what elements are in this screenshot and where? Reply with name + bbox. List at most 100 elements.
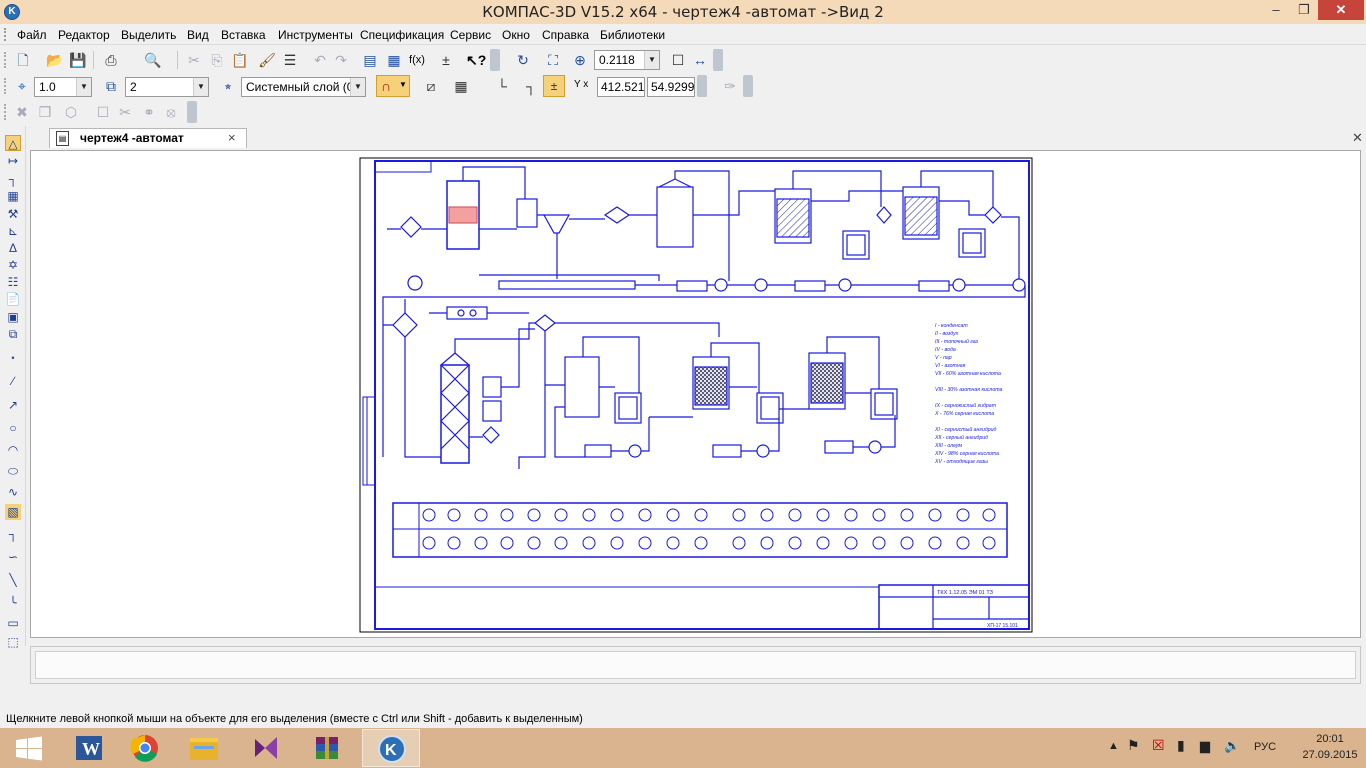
menu-editor[interactable]: Редактор [58, 28, 110, 42]
help-pointer-icon[interactable]: ↖? [466, 50, 486, 70]
ellipse-icon[interactable]: ⬭ [5, 463, 21, 479]
cut-icon[interactable]: ✂ [184, 50, 204, 70]
winrar-icon[interactable] [298, 729, 356, 767]
menu-file[interactable]: Файл [17, 28, 47, 42]
chevron-down-icon[interactable]: ▼ [193, 78, 208, 96]
manager-icon[interactable]: ▤ [360, 50, 380, 70]
bezier-icon[interactable]: ∽ [5, 549, 21, 565]
snaps-button[interactable]: ∩ ▼ [376, 75, 410, 97]
measure-icon[interactable]: ⊾ [5, 223, 21, 239]
network-icon[interactable]: ▆ [1200, 738, 1210, 754]
open-folder-icon[interactable]: 📂 [45, 50, 65, 70]
edit-panel-icon[interactable]: ▦ [5, 188, 21, 204]
drawing-canvas[interactable]: I - конденсат II - воздух III - топочный… [30, 150, 1361, 638]
save-icon[interactable]: 💾 [68, 50, 88, 70]
menu-tools[interactable]: Инструменты [278, 28, 353, 42]
menu-specification[interactable]: Спецификация [360, 28, 444, 42]
tab-close-icon[interactable]: × [228, 130, 236, 145]
volume-icon[interactable]: 🔉 [1224, 738, 1240, 754]
segment-icon[interactable]: ↗ [5, 397, 21, 413]
chevron-down-icon[interactable]: ▼ [644, 51, 659, 69]
coord-y-field[interactable]: 54.9299 [647, 77, 695, 97]
menu-service[interactable]: Сервис [450, 28, 491, 42]
zoom-icon[interactable]: ⊕ [570, 50, 590, 70]
battery-icon[interactable]: ▮ [1177, 737, 1185, 754]
zoom-all-icon[interactable]: ☐ [668, 50, 688, 70]
geometry-icon[interactable]: ⬡ [61, 102, 81, 122]
stop-icon[interactable]: ⦻ [161, 102, 181, 122]
menu-help[interactable]: Справка [542, 28, 589, 42]
zoom-combo[interactable]: 0.2118 ▼ [594, 50, 660, 70]
line-style-combo[interactable]: 1.0 ▼ [34, 77, 92, 97]
chevron-down-icon[interactable]: ▼ [76, 78, 91, 96]
calculator-icon[interactable]: ± [436, 50, 456, 70]
checkbox-icon[interactable]: ☐ [93, 102, 113, 122]
spec-object-icon[interactable]: ✖ [12, 102, 32, 122]
tab-document[interactable]: ▤ чертеж4 -автомат × [49, 128, 247, 148]
new-document-icon[interactable]: 🗋 [13, 50, 33, 70]
eraser-icon[interactable]: ✑ [720, 76, 740, 96]
snap-grid-icon[interactable]: ⌖ [12, 76, 32, 96]
layer-combo[interactable]: Системный слой (0) ▼ [241, 77, 366, 97]
redo-icon[interactable]: ↷ [331, 50, 351, 70]
variables-icon[interactable]: f(x) [407, 50, 427, 70]
chamfer-icon[interactable]: ╲ [5, 572, 21, 588]
menu-select[interactable]: Выделить [121, 28, 176, 42]
layers-icon[interactable]: ⧉ [101, 76, 121, 96]
local-cs-icon[interactable]: └ [492, 76, 512, 96]
close-button[interactable]: ✕ [1318, 0, 1364, 20]
spec-attach-icon[interactable]: ❒ [35, 102, 55, 122]
library-manager-icon[interactable]: ▦ [384, 50, 404, 70]
menu-libraries[interactable]: Библиотеки [600, 28, 665, 42]
windows-start-icon[interactable] [0, 729, 58, 767]
spec-icon[interactable]: ☷ [5, 274, 21, 290]
menu-insert[interactable]: Вставка [221, 28, 266, 42]
fillet-icon[interactable]: ╰ [5, 595, 21, 611]
menu-view[interactable]: Вид [187, 28, 209, 42]
kompas-icon[interactable]: K [362, 729, 420, 767]
action-center-icon[interactable]: ☒ [1152, 737, 1165, 754]
chevron-down-icon[interactable]: ▼ [350, 78, 365, 96]
select-icon[interactable]: Δ [5, 240, 21, 256]
visual-studio-icon[interactable] [237, 729, 295, 767]
macro-icon[interactable]: ⧉ [5, 326, 21, 342]
tray-expand-icon[interactable]: ▲ [1108, 740, 1119, 752]
language-indicator[interactable]: РУС [1254, 741, 1276, 753]
designations-panel-icon[interactable]: ┐ [5, 171, 21, 187]
cut-shape-icon[interactable]: ✂ [115, 102, 135, 122]
round-coordinates-button[interactable]: ± [543, 75, 565, 97]
aux-line-icon[interactable]: ∕ [5, 373, 21, 389]
arc-icon[interactable]: ◠ [5, 442, 21, 458]
orthogonal-icon[interactable]: ⧄ [421, 76, 441, 96]
circle-icon[interactable]: ○ [5, 420, 21, 436]
print-icon[interactable]: ⎙ [101, 50, 121, 70]
properties-icon[interactable]: ☰ [280, 50, 300, 70]
refresh-view-icon[interactable]: ↻ [513, 50, 533, 70]
clock-time[interactable]: 20:01 [1300, 733, 1360, 745]
menu-window[interactable]: Окно [502, 28, 530, 42]
layer-icon[interactable]: ⭒ [218, 76, 238, 96]
spline-icon[interactable]: ∿ [5, 484, 21, 500]
clock-date[interactable]: 27.09.2015 [1300, 749, 1360, 761]
pan-icon[interactable]: ↔ [690, 50, 710, 70]
paste-icon[interactable]: 📋 [230, 50, 250, 70]
grid-icon[interactable]: ▦ [451, 76, 471, 96]
contour-icon[interactable]: ⬚ [5, 634, 21, 650]
rectangle-icon[interactable]: ▭ [5, 615, 21, 631]
parametrization-icon[interactable]: ⚒ [5, 206, 21, 222]
minimize-button[interactable]: – [1262, 0, 1290, 20]
coord-x-field[interactable]: 412.5216 [597, 77, 645, 97]
undo-icon[interactable]: ↶ [310, 50, 330, 70]
copy-icon[interactable]: ⎘ [207, 50, 227, 70]
flag-icon[interactable]: ⚑ [1127, 737, 1140, 754]
property-panel-field[interactable] [35, 651, 1356, 679]
geometry-panel-icon[interactable]: △ [5, 135, 21, 151]
associative-views-icon[interactable]: ✡ [5, 257, 21, 273]
file-explorer-icon[interactable] [175, 729, 233, 767]
technological-scheme-drawing[interactable]: I - конденсат II - воздух III - топочный… [359, 157, 1033, 633]
word-icon[interactable]: W [60, 729, 118, 767]
hatch-icon[interactable]: ▧ [5, 504, 21, 520]
format-painter-icon[interactable]: 🖌 [257, 50, 277, 70]
point-icon[interactable]: • [5, 350, 21, 366]
close-icon[interactable]: ✕ [1352, 130, 1363, 146]
